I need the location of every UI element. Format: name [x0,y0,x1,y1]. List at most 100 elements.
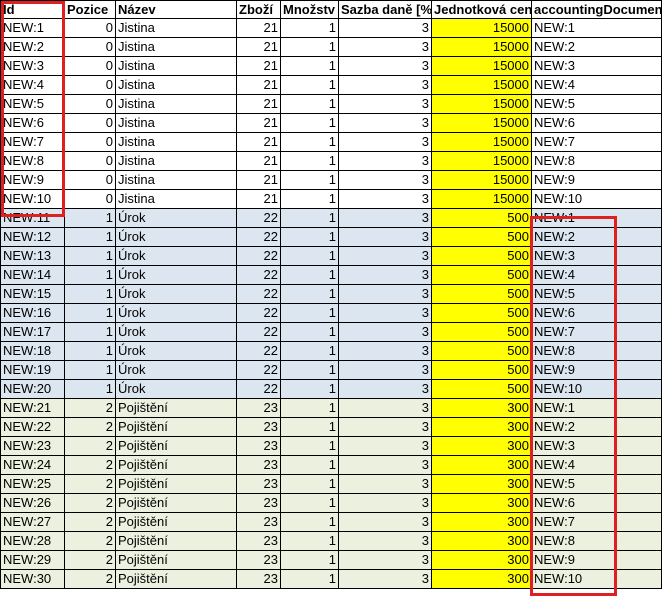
cell-nazev[interactable]: Úrok [116,285,237,304]
cell-mnozstvi[interactable]: 1 [281,437,339,456]
cell-zbozi[interactable]: 23 [237,437,281,456]
cell-sazba-dane[interactable]: 3 [339,38,432,57]
cell-zbozi[interactable]: 23 [237,399,281,418]
cell-zbozi[interactable]: 22 [237,266,281,285]
cell-sazba-dane[interactable]: 3 [339,171,432,190]
cell-pozice[interactable]: 0 [65,114,116,133]
header-mnozstvi[interactable]: Množstv [281,0,339,19]
cell-pozice[interactable]: 0 [65,76,116,95]
cell-jednotkova-cena[interactable]: 300 [432,418,532,437]
cell-jednotkova-cena[interactable]: 300 [432,456,532,475]
cell-accounting-document[interactable]: NEW:3 [532,437,662,456]
cell-sazba-dane[interactable]: 3 [339,494,432,513]
cell-zbozi[interactable]: 23 [237,494,281,513]
cell-nazev[interactable]: Pojištění [116,456,237,475]
cell-pozice[interactable]: 1 [65,209,116,228]
cell-pozice[interactable]: 1 [65,247,116,266]
cell-jednotkova-cena[interactable]: 500 [432,342,532,361]
cell-pozice[interactable]: 1 [65,361,116,380]
cell-mnozstvi[interactable]: 1 [281,114,339,133]
cell-jednotkova-cena[interactable]: 15000 [432,171,532,190]
cell-nazev[interactable]: Jistina [116,171,237,190]
cell-mnozstvi[interactable]: 1 [281,399,339,418]
header-sazba-dane[interactable]: Sazba daně [% [339,0,432,19]
cell-accounting-document[interactable]: NEW:4 [532,266,662,285]
cell-pozice[interactable]: 0 [65,190,116,209]
cell-zbozi[interactable]: 21 [237,38,281,57]
cell-accounting-document[interactable]: NEW:6 [532,114,662,133]
cell-jednotkova-cena[interactable]: 300 [432,475,532,494]
cell-sazba-dane[interactable]: 3 [339,57,432,76]
cell-pozice[interactable]: 1 [65,342,116,361]
cell-pozice[interactable]: 2 [65,437,116,456]
cell-accounting-document[interactable]: NEW:10 [532,380,662,399]
cell-accounting-document[interactable]: NEW:9 [532,551,662,570]
cell-sazba-dane[interactable]: 3 [339,304,432,323]
cell-jednotkova-cena[interactable]: 15000 [432,133,532,152]
cell-id[interactable]: NEW:22 [0,418,65,437]
cell-sazba-dane[interactable]: 3 [339,114,432,133]
cell-nazev[interactable]: Pojištění [116,532,237,551]
cell-mnozstvi[interactable]: 1 [281,57,339,76]
cell-mnozstvi[interactable]: 1 [281,570,339,589]
cell-jednotkova-cena[interactable]: 300 [432,532,532,551]
cell-zbozi[interactable]: 22 [237,228,281,247]
cell-jednotkova-cena[interactable]: 15000 [432,114,532,133]
cell-pozice[interactable]: 1 [65,323,116,342]
cell-mnozstvi[interactable]: 1 [281,171,339,190]
cell-accounting-document[interactable]: NEW:2 [532,38,662,57]
cell-nazev[interactable]: Jistina [116,190,237,209]
cell-zbozi[interactable]: 21 [237,114,281,133]
cell-accounting-document[interactable]: NEW:8 [532,152,662,171]
cell-pozice[interactable]: 0 [65,57,116,76]
cell-pozice[interactable]: 2 [65,456,116,475]
cell-pozice[interactable]: 2 [65,399,116,418]
cell-sazba-dane[interactable]: 3 [339,437,432,456]
cell-id[interactable]: NEW:24 [0,456,65,475]
cell-sazba-dane[interactable]: 3 [339,266,432,285]
cell-accounting-document[interactable]: NEW:6 [532,494,662,513]
cell-nazev[interactable]: Pojištění [116,551,237,570]
cell-sazba-dane[interactable]: 3 [339,532,432,551]
cell-sazba-dane[interactable]: 3 [339,475,432,494]
header-accounting-document[interactable]: accountingDocumen [532,0,662,19]
cell-sazba-dane[interactable]: 3 [339,418,432,437]
cell-sazba-dane[interactable]: 3 [339,551,432,570]
cell-nazev[interactable]: Úrok [116,209,237,228]
cell-pozice[interactable]: 1 [65,304,116,323]
cell-pozice[interactable]: 1 [65,285,116,304]
cell-nazev[interactable]: Jistina [116,38,237,57]
cell-id[interactable]: NEW:12 [0,228,65,247]
cell-accounting-document[interactable]: NEW:5 [532,475,662,494]
cell-mnozstvi[interactable]: 1 [281,95,339,114]
header-zbozi[interactable]: Zboží [237,0,281,19]
cell-nazev[interactable]: Jistina [116,76,237,95]
cell-jednotkova-cena[interactable]: 15000 [432,38,532,57]
cell-nazev[interactable]: Pojištění [116,475,237,494]
cell-jednotkova-cena[interactable]: 300 [432,551,532,570]
cell-zbozi[interactable]: 23 [237,570,281,589]
cell-mnozstvi[interactable]: 1 [281,361,339,380]
cell-nazev[interactable]: Úrok [116,342,237,361]
cell-nazev[interactable]: Jistina [116,133,237,152]
cell-id[interactable]: NEW:5 [0,95,65,114]
cell-jednotkova-cena[interactable]: 15000 [432,76,532,95]
cell-zbozi[interactable]: 21 [237,133,281,152]
cell-mnozstvi[interactable]: 1 [281,532,339,551]
cell-id[interactable]: NEW:16 [0,304,65,323]
cell-accounting-document[interactable]: NEW:2 [532,418,662,437]
cell-nazev[interactable]: Pojištění [116,494,237,513]
cell-jednotkova-cena[interactable]: 500 [432,361,532,380]
cell-id[interactable]: NEW:13 [0,247,65,266]
cell-mnozstvi[interactable]: 1 [281,418,339,437]
cell-zbozi[interactable]: 23 [237,551,281,570]
cell-accounting-document[interactable]: NEW:8 [532,342,662,361]
cell-jednotkova-cena[interactable]: 300 [432,399,532,418]
cell-zbozi[interactable]: 22 [237,304,281,323]
cell-nazev[interactable]: Úrok [116,380,237,399]
cell-id[interactable]: NEW:8 [0,152,65,171]
cell-sazba-dane[interactable]: 3 [339,209,432,228]
cell-mnozstvi[interactable]: 1 [281,38,339,57]
cell-jednotkova-cena[interactable]: 300 [432,494,532,513]
cell-id[interactable]: NEW:27 [0,513,65,532]
